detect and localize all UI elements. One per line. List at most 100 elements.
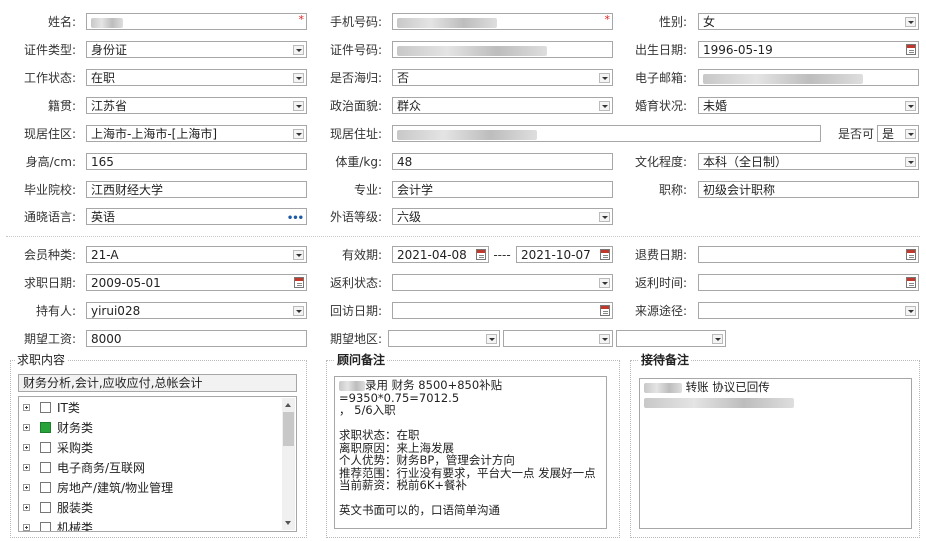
chevron-down-icon[interactable] bbox=[599, 212, 610, 222]
chevron-down-icon[interactable] bbox=[293, 73, 304, 83]
member-type-select[interactable]: 21-A bbox=[86, 246, 307, 263]
reception-note-textarea[interactable]: 转账 协议已回传 bbox=[639, 378, 912, 529]
job-content-summary[interactable]: 财务分析,会计,应收应付,总帐会计 bbox=[18, 374, 297, 392]
chevron-down-icon[interactable] bbox=[293, 101, 304, 111]
holder-select[interactable]: yirui028 bbox=[86, 302, 307, 319]
chevron-down-icon[interactable] bbox=[293, 306, 304, 316]
scroll-down-icon[interactable] bbox=[285, 521, 291, 525]
job-category-tree[interactable]: IT类 财务类 采购类 电子商务/互联网 房地产/建筑/物业管理 服装类 机械类 bbox=[18, 396, 297, 532]
calendar-icon[interactable] bbox=[476, 249, 486, 260]
expand-icon[interactable] bbox=[23, 484, 30, 491]
chevron-down-icon[interactable] bbox=[905, 101, 916, 111]
expand-icon[interactable] bbox=[23, 424, 30, 431]
tree-item-it[interactable]: IT类 bbox=[19, 398, 281, 418]
reception-note-title: 接待备注 bbox=[639, 353, 692, 367]
calendar-icon[interactable] bbox=[906, 277, 916, 288]
marital-select[interactable]: 未婚 bbox=[698, 97, 919, 114]
native-select[interactable]: 江苏省 bbox=[86, 97, 307, 114]
chevron-down-icon[interactable] bbox=[599, 278, 610, 288]
politics-select[interactable]: 群众 bbox=[392, 97, 613, 114]
chevron-down-icon[interactable] bbox=[599, 334, 610, 344]
expand-icon[interactable] bbox=[23, 524, 30, 531]
region-city-select[interactable] bbox=[503, 330, 613, 347]
consultant-note-textarea[interactable]: 录用 财务 8500+850补贴=9350*0.75=7012.5 ， 5/6入… bbox=[334, 376, 607, 529]
tree-item-machinery[interactable]: 机械类 bbox=[19, 518, 281, 531]
validity-from-field[interactable]: 2021-04-08 bbox=[392, 246, 489, 263]
more-icon[interactable]: ••• bbox=[287, 210, 304, 224]
language-picker[interactable]: 英语 ••• bbox=[86, 208, 307, 225]
chevron-down-icon[interactable] bbox=[293, 129, 304, 139]
expand-icon[interactable] bbox=[23, 404, 30, 411]
language-label: 通晓语言: bbox=[23, 210, 76, 224]
calendar-icon[interactable] bbox=[600, 249, 610, 260]
tree-item-label: 财务类 bbox=[57, 421, 94, 435]
education-select[interactable]: 本科（全日制） bbox=[698, 153, 919, 170]
chevron-down-icon[interactable] bbox=[599, 73, 610, 83]
checkbox-checked-icon[interactable] bbox=[40, 422, 51, 433]
tree-item-purchasing[interactable]: 采购类 bbox=[19, 438, 281, 458]
phone-field[interactable]: * bbox=[392, 13, 613, 30]
region-province-select[interactable] bbox=[388, 330, 500, 347]
rebate-time-field[interactable] bbox=[698, 274, 919, 291]
revisit-date-field[interactable] bbox=[392, 302, 613, 319]
chevron-down-icon[interactable] bbox=[905, 129, 916, 139]
gender-label: 性别: bbox=[658, 15, 687, 29]
gender-select[interactable]: 女 bbox=[698, 13, 919, 30]
expand-icon[interactable] bbox=[23, 464, 30, 471]
scroll-thumb[interactable] bbox=[283, 412, 294, 446]
calendar-icon[interactable] bbox=[600, 305, 610, 316]
work-status-select[interactable]: 在职 bbox=[86, 69, 307, 86]
checkbox-icon[interactable] bbox=[40, 462, 51, 473]
tree-item-realestate[interactable]: 房地产/建筑/物业管理 bbox=[19, 478, 281, 498]
tree-item-finance[interactable]: 财务类 bbox=[19, 418, 281, 438]
expand-icon[interactable] bbox=[23, 444, 30, 451]
height-label: 身高/cm: bbox=[25, 155, 76, 169]
chevron-down-icon[interactable] bbox=[905, 306, 916, 316]
scroll-up-icon[interactable] bbox=[285, 403, 291, 407]
tree-item-apparel[interactable]: 服装类 bbox=[19, 498, 281, 518]
note-line-8: 英文书面可以的，口语简单沟通 bbox=[339, 503, 500, 517]
refund-date-field[interactable] bbox=[698, 246, 919, 263]
chevron-down-icon[interactable] bbox=[712, 334, 723, 344]
email-field[interactable] bbox=[698, 69, 919, 86]
id-number-field[interactable] bbox=[392, 41, 613, 58]
checkbox-icon[interactable] bbox=[40, 442, 51, 453]
chevron-down-icon[interactable] bbox=[905, 157, 916, 167]
chevron-down-icon[interactable] bbox=[486, 334, 497, 344]
calendar-icon[interactable] bbox=[906, 44, 916, 55]
major-field[interactable]: 会计学 bbox=[392, 181, 613, 198]
school-field[interactable]: 江西财经大学 bbox=[86, 181, 307, 198]
native-value: 江苏省 bbox=[91, 99, 128, 113]
checkbox-icon[interactable] bbox=[40, 402, 51, 413]
chevron-down-icon[interactable] bbox=[293, 250, 304, 260]
returnee-select[interactable]: 否 bbox=[392, 69, 613, 86]
expand-icon[interactable] bbox=[23, 504, 30, 511]
rebate-status-select[interactable] bbox=[392, 274, 613, 291]
chevron-down-icon[interactable] bbox=[599, 101, 610, 111]
height-field[interactable]: 165 bbox=[86, 153, 307, 170]
checkbox-icon[interactable] bbox=[40, 502, 51, 513]
lang-level-select[interactable]: 六级 bbox=[392, 208, 613, 225]
checkbox-icon[interactable] bbox=[40, 482, 51, 493]
can-or-not-select[interactable]: 是 bbox=[877, 125, 919, 142]
member-type-label: 会员种类: bbox=[23, 248, 76, 262]
salary-field[interactable]: 8000 bbox=[86, 330, 307, 347]
checkbox-icon[interactable] bbox=[40, 522, 51, 531]
tree-item-ecommerce[interactable]: 电子商务/互联网 bbox=[19, 458, 281, 478]
name-field[interactable]: * bbox=[86, 13, 307, 30]
calendar-icon[interactable] bbox=[294, 277, 304, 288]
residence-select[interactable]: 上海市-上海市-[上海市] bbox=[86, 125, 307, 142]
source-select[interactable] bbox=[698, 302, 919, 319]
job-date-field[interactable]: 2009-05-01 bbox=[86, 274, 307, 291]
region-district-select[interactable] bbox=[616, 330, 726, 347]
validity-to-field[interactable]: 2021-10-07 bbox=[516, 246, 613, 263]
address-field[interactable] bbox=[392, 125, 821, 142]
chevron-down-icon[interactable] bbox=[905, 17, 916, 27]
id-type-select[interactable]: 身份证 bbox=[86, 41, 307, 58]
chevron-down-icon[interactable] bbox=[293, 45, 304, 55]
weight-field[interactable]: 48 bbox=[392, 153, 613, 170]
calendar-icon[interactable] bbox=[906, 249, 916, 260]
birth-date-field[interactable]: 1996-05-19 bbox=[698, 41, 919, 58]
tree-scrollbar[interactable] bbox=[282, 398, 295, 530]
title-field[interactable]: 初级会计职称 bbox=[698, 181, 919, 198]
